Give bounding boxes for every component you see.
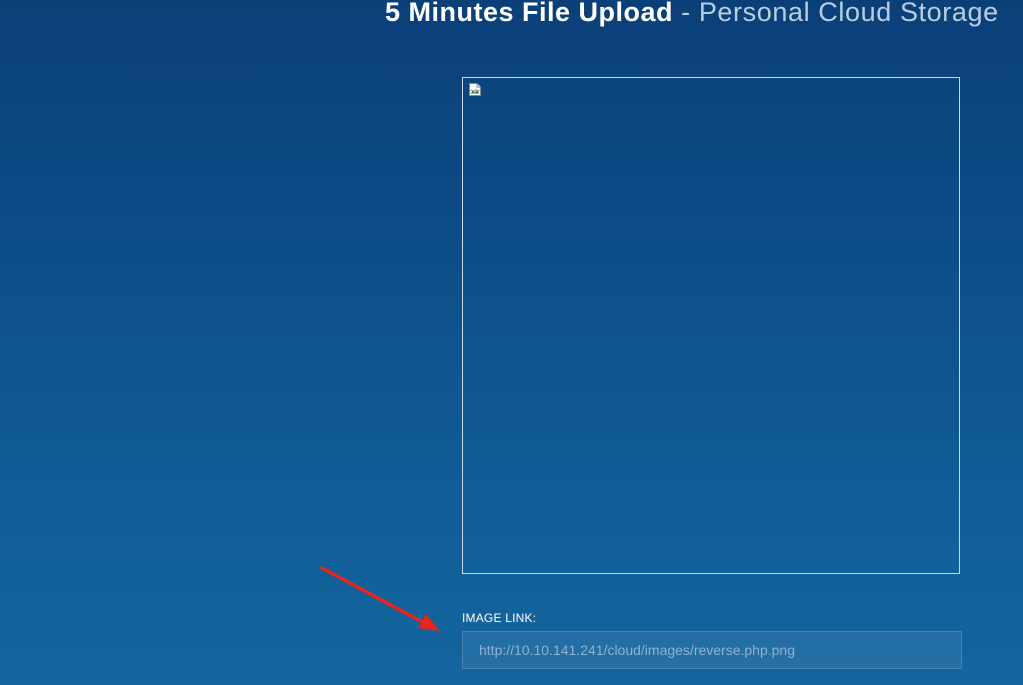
page-subtitle: Personal Cloud Storage — [698, 0, 999, 27]
broken-image-icon — [469, 83, 481, 96]
image-link-label: IMAGE LINK: — [462, 611, 537, 625]
red-arrow — [320, 566, 440, 631]
page-title: 5 Minutes File Upload — [385, 0, 674, 27]
page-header: 5 Minutes File Upload - Personal Cloud S… — [385, 0, 1023, 32]
title-separator: - — [673, 0, 699, 27]
image-preview — [462, 77, 960, 574]
image-link-field[interactable] — [462, 631, 962, 669]
